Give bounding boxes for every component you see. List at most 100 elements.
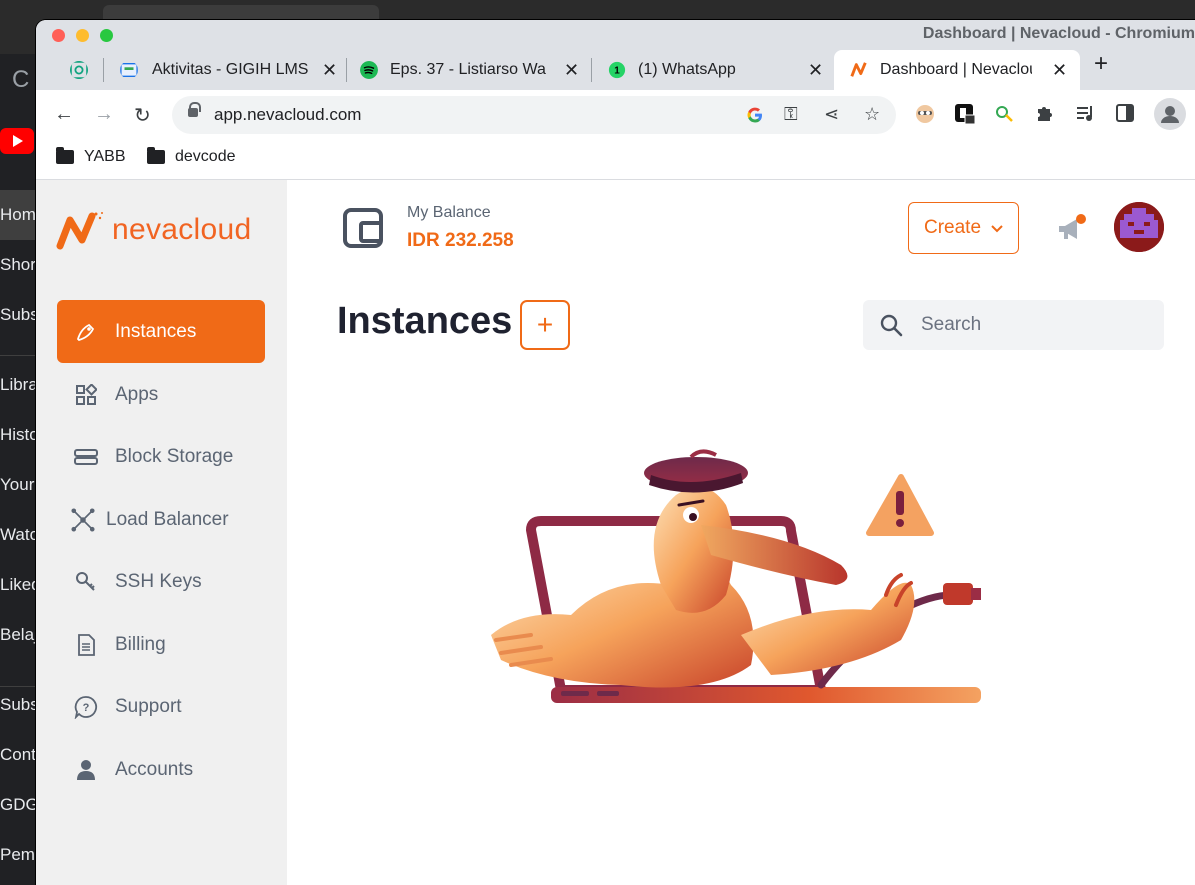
tab-chatgpt[interactable]: [56, 50, 106, 90]
tab-label: Eps. 37 - Listiarso Wa: [390, 61, 546, 78]
create-button[interactable]: Create: [908, 202, 1019, 254]
wallet-icon: [343, 208, 383, 248]
sidebar-item-load-balancer[interactable]: Load Balancer: [57, 488, 265, 551]
main-content: My Balance IDR 232.258 Create Instances …: [287, 180, 1195, 885]
background-sidebar-item[interactable]: Liked videos: [0, 560, 40, 610]
add-instance-button[interactable]: +: [520, 300, 570, 350]
side-panel-icon[interactable]: [1114, 103, 1136, 125]
back-arrow-icon[interactable]: ←: [54, 103, 74, 126]
tab-gigih[interactable]: Aktivitas - GIGIH LMS ✕: [116, 50, 341, 90]
background-sidebar-item[interactable]: Your videos: [0, 460, 40, 510]
media-control-icon[interactable]: [1074, 103, 1096, 125]
nevacloud-icon: [850, 62, 867, 77]
announcement-icon[interactable]: [1055, 214, 1089, 244]
sidebar-item-block-storage[interactable]: Block Storage: [57, 425, 265, 488]
background-divider: [0, 686, 40, 687]
avatar[interactable]: [1114, 202, 1164, 252]
close-tab-icon[interactable]: ✕: [1052, 60, 1067, 81]
tab-divider: [591, 58, 592, 82]
background-sidebar-item[interactable]: Shorts: [0, 240, 40, 290]
chevron-down-icon: [991, 220, 1003, 236]
background-sidebar-item[interactable]: Subscriptions: [0, 680, 40, 730]
spotify-icon: [360, 61, 378, 79]
background-sidebar-item[interactable]: Watch later: [0, 510, 40, 560]
sidebar-item-instances[interactable]: Instances: [57, 300, 265, 363]
browser-window: Dashboard | Nevacloud - Chromium Aktivit…: [36, 20, 1195, 885]
background-sidebar-item[interactable]: Library: [0, 360, 40, 410]
nevacloud-app: nevacloud Instances Apps Block Storage L…: [36, 180, 1195, 885]
background-sidebar-item[interactable]: Pem: [0, 830, 40, 880]
background-sidebar-item[interactable]: Contact: [0, 730, 40, 780]
empty-state-illustration: [491, 449, 981, 703]
nevacloud-logo[interactable]: nevacloud: [56, 210, 251, 250]
nevacloud-logo-icon: [56, 212, 103, 250]
extension-tool-icon[interactable]: [994, 103, 1016, 125]
extension-face-icon[interactable]: [914, 103, 936, 125]
bookmark-star-icon[interactable]: ☆: [864, 104, 880, 125]
search-icon: [880, 314, 903, 337]
youtube-logo-icon[interactable]: [0, 128, 34, 154]
extension-app-icon[interactable]: [954, 103, 976, 125]
browser-toolbar: ← → ↻ app.nevacloud.com ⚿ ⋖ ☆: [36, 90, 1195, 140]
sidebar: nevacloud Instances Apps Block Storage L…: [36, 180, 287, 885]
sidebar-item-apps[interactable]: Apps: [57, 363, 265, 426]
chatgpt-icon: [70, 61, 88, 79]
search-input[interactable]: [921, 310, 1141, 340]
tab-spotify[interactable]: Eps. 37 - Listiarso Wa ✕: [360, 50, 584, 90]
folder-icon: [56, 147, 74, 164]
tab-divider: [346, 58, 347, 82]
bookmark-folder-devcode[interactable]: devcode: [147, 147, 236, 166]
key-icon: [74, 570, 98, 594]
bookmark-folder-yabb[interactable]: YABB: [56, 147, 126, 166]
sidebar-item-label: SSH Keys: [115, 570, 202, 592]
url-text[interactable]: app.nevacloud.com: [214, 105, 361, 125]
tab-nevacloud[interactable]: Dashboard | Nevacloud ✕: [834, 50, 1080, 90]
whatsapp-icon: 1: [608, 61, 626, 79]
background-sidebar-item[interactable]: Belajar: [0, 610, 40, 660]
extensions-puzzle-icon[interactable]: [1034, 103, 1056, 125]
tab-divider: [103, 58, 104, 82]
gigih-icon: [120, 63, 138, 77]
profile-icon[interactable]: [1154, 98, 1186, 130]
key-icon[interactable]: ⚿: [784, 104, 798, 125]
lock-icon[interactable]: [188, 102, 201, 117]
background-sidebar: Home Shorts Subscriptions Library Histor…: [0, 190, 40, 880]
block-storage-icon: [74, 445, 98, 469]
new-tab-icon[interactable]: +: [1094, 50, 1108, 78]
search-box[interactable]: [863, 300, 1164, 350]
sidebar-item-billing[interactable]: Billing: [57, 613, 265, 676]
address-bar[interactable]: app.nevacloud.com ⚿ ⋖ ☆: [172, 96, 896, 134]
minimize-window-button[interactable]: [76, 29, 89, 42]
tab-label: Aktivitas - GIGIH LMS: [152, 61, 309, 78]
background-reload-icon[interactable]: C: [12, 66, 29, 94]
share-icon[interactable]: ⋖: [824, 104, 839, 125]
background-sidebar-item[interactable]: Home: [0, 190, 40, 240]
close-tab-icon[interactable]: ✕: [322, 60, 337, 81]
close-tab-icon[interactable]: ✕: [808, 60, 823, 81]
bookmarks-bar: YABB devcode: [36, 140, 1195, 180]
close-tab-icon[interactable]: ✕: [564, 60, 579, 81]
folder-icon: [147, 147, 165, 164]
background-sidebar-item[interactable]: History: [0, 410, 40, 460]
google-icon[interactable]: [746, 106, 764, 124]
reload-icon[interactable]: ↻: [134, 103, 151, 128]
tab-label: Dashboard | Nevacloud: [880, 61, 1032, 78]
forward-arrow-icon[interactable]: →: [94, 103, 114, 126]
sidebar-item-ssh-keys[interactable]: SSH Keys: [57, 550, 265, 613]
brand-name: nevacloud: [112, 213, 252, 246]
svg-text:?: ?: [83, 702, 90, 714]
svg-text:1: 1: [614, 66, 620, 77]
background-sidebar-item[interactable]: GDG: [0, 780, 40, 830]
sidebar-item-label: Support: [115, 695, 182, 717]
load-balancer-icon: [71, 507, 95, 532]
close-window-button[interactable]: [52, 29, 65, 42]
tab-whatsapp[interactable]: 1 (1) WhatsApp ✕: [608, 50, 830, 90]
sidebar-item-support[interactable]: ? Support: [57, 675, 265, 738]
sidebar-item-label: Accounts: [115, 758, 194, 780]
bookmark-label: devcode: [175, 148, 236, 165]
sidebar-item-label: Block Storage: [115, 445, 234, 467]
sidebar-item-accounts[interactable]: Accounts: [57, 738, 265, 801]
background-sidebar-item[interactable]: Subscriptions: [0, 290, 40, 340]
maximize-window-button[interactable]: [100, 29, 113, 42]
account-icon: [74, 758, 98, 782]
